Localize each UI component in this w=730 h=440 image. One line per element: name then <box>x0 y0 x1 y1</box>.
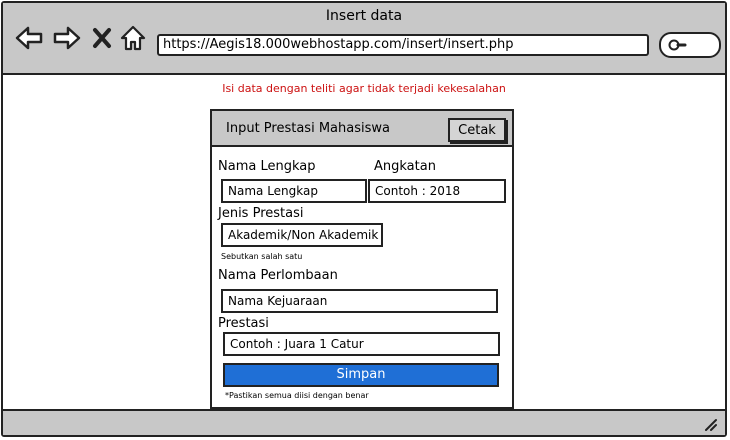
warning-message: Isi data dengan teliti agar tidak terjad… <box>222 82 506 95</box>
window-title: Insert data <box>325 8 403 24</box>
year-label: Angkatan <box>374 159 436 174</box>
home-icon[interactable] <box>120 25 146 51</box>
competition-label: Nama Perlombaan <box>218 268 338 283</box>
achievement-label: Prestasi <box>218 316 269 331</box>
close-icon[interactable] <box>91 25 113 51</box>
type-input[interactable]: Akademik/Non Akademik <box>221 223 383 247</box>
name-input[interactable]: Nama Lengkap <box>221 179 367 203</box>
achievement-input[interactable]: Contoh : Juara 1 Catur <box>223 332 500 356</box>
browser-titlebar: Insert data https://Aegis18.000webhostap… <box>3 3 725 75</box>
type-hint: Sebutkan salah satu <box>221 252 303 261</box>
search-icon <box>668 39 687 51</box>
competition-input[interactable]: Nama Kejuaraan <box>221 289 498 313</box>
form-title: Input Prestasi Mahasiswa <box>226 121 390 136</box>
form-footnote: *Pastikan semua diisi dengan benar <box>225 391 369 400</box>
forward-arrow-icon[interactable] <box>53 25 81 51</box>
form-header: Input Prestasi Mahasiswa Cetak <box>212 111 512 147</box>
address-bar[interactable]: https://Aegis18.000webhostapp.com/insert… <box>157 34 649 56</box>
print-button[interactable]: Cetak <box>448 118 506 142</box>
status-bar <box>3 409 725 435</box>
resize-handle-icon[interactable] <box>703 417 717 431</box>
year-input[interactable]: Contoh : 2018 <box>368 179 506 203</box>
type-label: Jenis Prestasi <box>218 206 304 221</box>
search-button[interactable] <box>659 32 721 58</box>
name-label: Nama Lengkap <box>218 159 316 174</box>
browser-window: Insert data https://Aegis18.000webhostap… <box>1 1 727 437</box>
back-arrow-icon[interactable] <box>15 25 43 51</box>
save-button[interactable]: Simpan <box>223 363 499 387</box>
